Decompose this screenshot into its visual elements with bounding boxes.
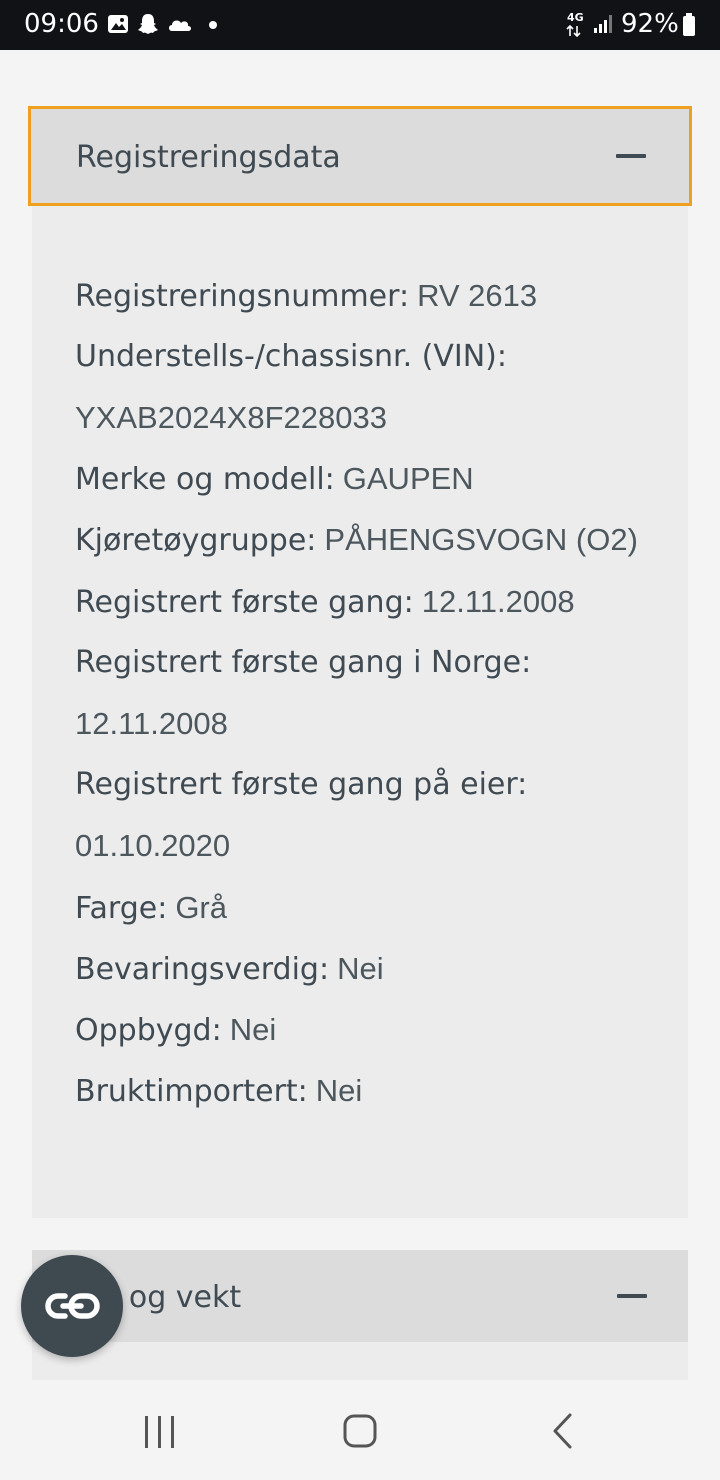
collapse-minus-icon[interactable] xyxy=(616,154,646,158)
detail-row-vin-value: YXAB2024X8F228033 xyxy=(75,400,387,437)
detail-row-first-registered-owner-label: Registrert første gang på eier: xyxy=(75,767,527,803)
detail-row-first-registered-norway-label: Registrert første gang i Norge: xyxy=(75,645,531,681)
dimensions-weight-panel xyxy=(32,1342,688,1380)
detail-row-rebuilt: Oppbygd: Nei xyxy=(75,1012,276,1049)
detail-label: Bruktimportert: xyxy=(75,1074,308,1109)
collapse-minus-icon[interactable] xyxy=(617,1294,647,1298)
detail-row-make-model: Merke og modell: GAUPEN xyxy=(75,461,474,498)
floating-link-button[interactable] xyxy=(21,1255,123,1357)
cloud-notification-icon xyxy=(169,20,191,31)
detail-value: PÅHENGSVOGN (O2) xyxy=(324,522,638,557)
detail-row-preservation: Bevaringsverdig: Nei xyxy=(75,951,384,988)
detail-label: Registrert første gang i Norge: xyxy=(75,645,532,680)
detail-label: Merke og modell: xyxy=(75,462,335,497)
detail-label: Oppbygd: xyxy=(75,1013,222,1048)
clock: 09:06 xyxy=(24,9,99,39)
detail-row-used-import: Bruktimportert: Nei xyxy=(75,1073,362,1110)
detail-value: 12.11.2008 xyxy=(75,706,228,741)
data-arrows-icon xyxy=(566,24,581,38)
detail-value: GAUPEN xyxy=(342,461,474,496)
home-icon[interactable] xyxy=(342,1413,378,1449)
detail-label: Registrert første gang på eier: xyxy=(75,767,528,802)
detail-row-vin-label: Understells-/chassisnr. (VIN): xyxy=(75,339,507,375)
battery-percentage: 92% xyxy=(621,9,679,39)
detail-value: Grå xyxy=(175,890,227,925)
detail-label: Registrert første gang: xyxy=(75,585,414,620)
detail-row-registration-number: Registreringsnummer: RV 2613 xyxy=(75,278,537,315)
detail-row-first-registered-owner-value: 01.10.2020 xyxy=(75,828,230,865)
more-notifications-dot-icon xyxy=(209,21,217,29)
dimensions-weight-title: l og vekt xyxy=(111,1280,242,1315)
gallery-notification-icon xyxy=(108,15,128,33)
battery-icon xyxy=(683,13,695,36)
detail-value: Nei xyxy=(315,1073,363,1108)
detail-value: RV 2613 xyxy=(417,278,538,313)
registration-data-accordion-header[interactable]: Registreringsdata xyxy=(28,106,692,206)
detail-value: Nei xyxy=(337,951,384,986)
link-icon xyxy=(45,1293,100,1319)
registration-data-title: Registreringsdata xyxy=(76,140,341,175)
detail-row-first-registered: Registrert første gang: 12.11.2008 xyxy=(75,584,575,621)
status-bar: 09:06 4G 92% xyxy=(0,0,720,50)
detail-value: 12.11.2008 xyxy=(421,584,575,619)
detail-row-color: Farge: Grå xyxy=(75,890,227,927)
detail-label: Understells-/chassisnr. (VIN): xyxy=(75,339,507,374)
detail-value: YXAB2024X8F228033 xyxy=(75,400,387,435)
detail-label: Registreringsnummer: xyxy=(75,279,410,314)
back-icon[interactable] xyxy=(548,1412,578,1450)
detail-label: Farge: xyxy=(75,891,168,926)
system-navigation-bar xyxy=(0,1380,720,1480)
detail-row-vehicle-group: Kjøretøygruppe: PÅHENGSVOGN (O2) xyxy=(75,522,638,559)
signal-strength-icon xyxy=(594,15,612,33)
snapchat-notification-icon xyxy=(138,14,158,34)
detail-row-first-registered-norway-value: 12.11.2008 xyxy=(75,706,228,743)
recent-apps-icon[interactable] xyxy=(142,1414,178,1450)
dimensions-weight-accordion-header[interactable]: l og vekt xyxy=(32,1250,688,1342)
detail-label: Kjøretøygruppe: xyxy=(75,523,317,558)
detail-label: Bevaringsverdig: xyxy=(75,952,330,987)
detail-value: Nei xyxy=(229,1012,277,1047)
detail-value: 01.10.2020 xyxy=(75,828,231,863)
